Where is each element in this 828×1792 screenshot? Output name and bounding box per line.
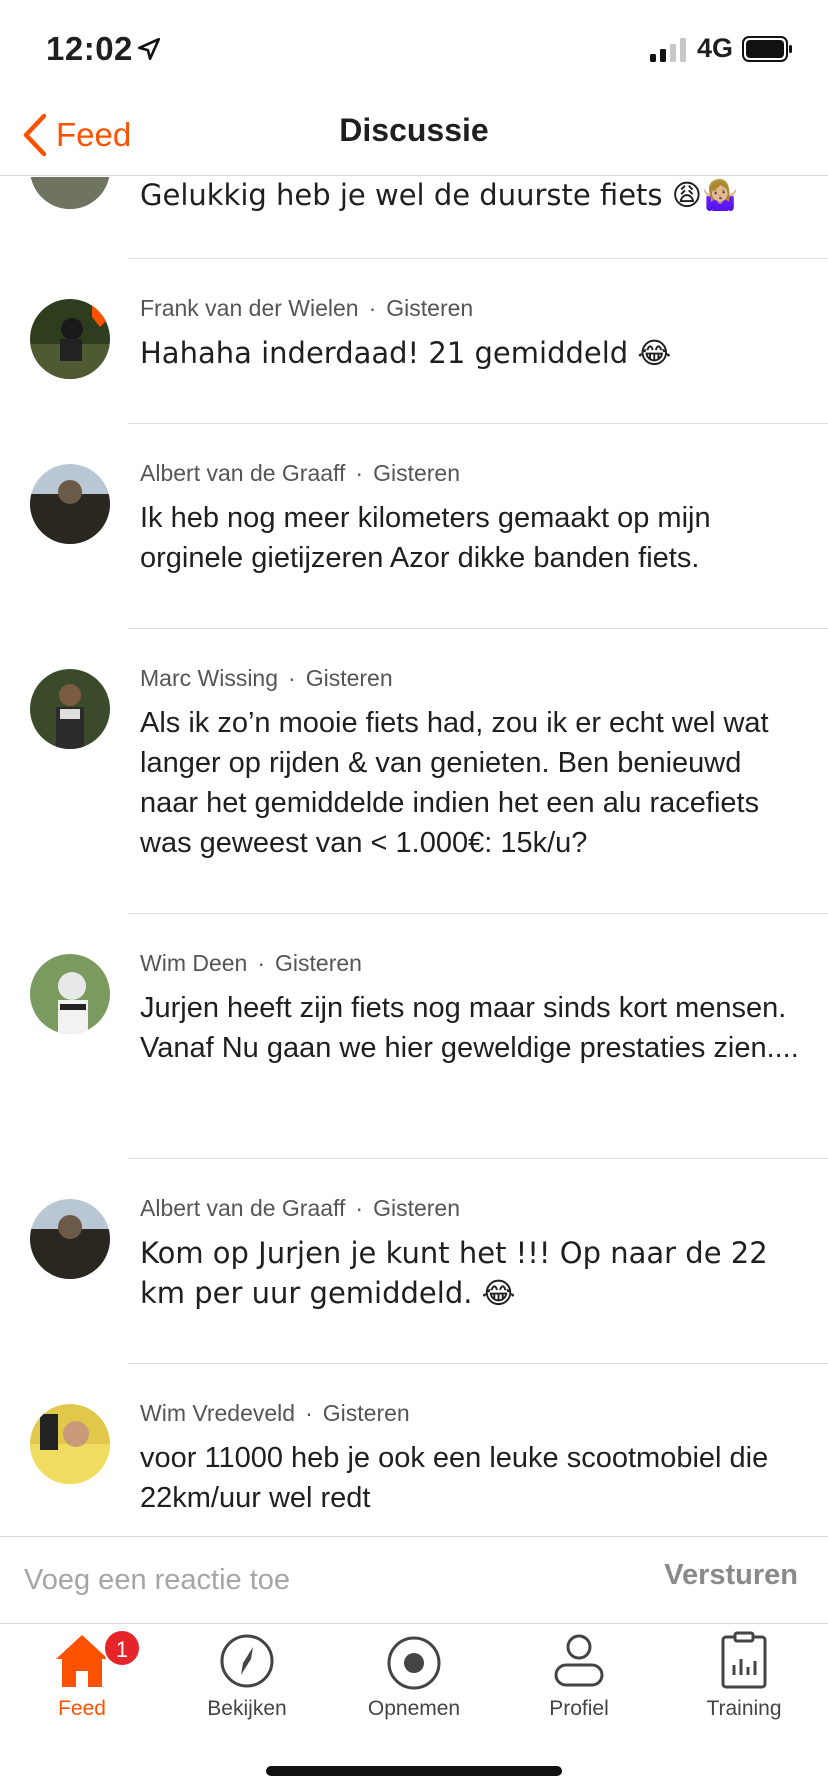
divider	[128, 1363, 828, 1364]
comment-author[interactable]: Albert van de Graaff	[140, 460, 345, 486]
meta-separator: ·	[368, 295, 377, 321]
tab-training[interactable]: Training	[669, 1625, 819, 1735]
tab-feed[interactable]: 1 Feed	[7, 1625, 157, 1735]
comment-author[interactable]: Frank van der Wielen	[140, 295, 359, 321]
meta-separator: ·	[355, 1195, 364, 1221]
avatar[interactable]	[30, 954, 110, 1034]
meta-separator: ·	[355, 460, 364, 486]
avatar[interactable]	[30, 1199, 110, 1279]
divider	[128, 423, 828, 424]
home-icon	[56, 1635, 108, 1687]
signal-icon	[650, 38, 686, 62]
comment-time: Gisteren	[322, 1400, 410, 1426]
tab-label: Profiel	[549, 1697, 609, 1720]
comment-meta: Wim Deen · Gisteren	[140, 950, 362, 977]
comment-time: Gisteren	[373, 1195, 461, 1221]
navigation-bar: Feed Discussie	[0, 96, 828, 176]
comment-text: voor 11000 heb je ook een leuke scootmob…	[140, 1442, 769, 1514]
comment-time: Gisteren	[373, 460, 461, 486]
profile-icon	[554, 1634, 604, 1687]
comment-meta: Wim Vredeveld · Gisteren	[140, 1400, 410, 1427]
location-arrow-icon	[137, 37, 161, 61]
home-indicator[interactable]	[266, 1766, 562, 1776]
comment-composer: Versturen	[0, 1536, 828, 1624]
comment-meta: Marc Wissing · Gisteren	[140, 665, 393, 692]
comment-text: Hahaha inderdaad! 21 gemiddeld 😂	[140, 336, 672, 370]
tab-profiel[interactable]: Profiel	[504, 1625, 654, 1735]
divider	[128, 258, 828, 259]
comment-text: Jurjen heeft zijn fiets nog maar sinds k…	[140, 992, 799, 1064]
avatar[interactable]	[30, 177, 110, 209]
tab-opnemen[interactable]: Opnemen	[339, 1625, 489, 1735]
avatar[interactable]	[30, 299, 110, 379]
comment-meta: Frank van der Wielen · Gisteren	[140, 295, 473, 322]
avatar[interactable]	[30, 464, 110, 544]
comment-text: Ik heb nog meer kilometers gemaakt op mi…	[140, 502, 711, 574]
compass-icon	[220, 1634, 274, 1688]
status-bar: 12:02 4G	[0, 0, 828, 96]
comment-text: Kom op Jurjen je kunt het !!! Op naar de…	[140, 1236, 768, 1310]
tab-label: Bekijken	[207, 1697, 287, 1720]
comment-text: Gelukkig heb je wel de duurste fiets 😩🤷🏼…	[140, 178, 739, 212]
tab-label: Opnemen	[367, 1697, 461, 1720]
comment-input[interactable]	[24, 1555, 584, 1605]
record-icon	[387, 1636, 441, 1690]
meta-separator: ·	[305, 1400, 313, 1426]
comment-author[interactable]: Wim Vredeveld	[140, 1400, 295, 1426]
network-label: 4G	[697, 33, 734, 63]
battery-icon	[742, 36, 792, 62]
avatar[interactable]	[30, 1404, 110, 1484]
divider	[128, 628, 828, 629]
page-title: Discussie	[339, 112, 489, 148]
comment-list[interactable]: Gelukkig heb je wel de duurste fiets 😩🤷🏼…	[0, 177, 828, 1535]
avatar[interactable]	[30, 669, 110, 749]
comment-author[interactable]: Wim Deen	[140, 950, 247, 976]
meta-separator: ·	[288, 665, 296, 691]
comment-author[interactable]: Marc Wissing	[140, 665, 278, 691]
comment-time: Gisteren	[275, 950, 362, 976]
status-time: 12:02	[46, 30, 133, 67]
comment-meta: Albert van de Graaff · Gisteren	[140, 460, 460, 487]
tab-bekijken[interactable]: Bekijken	[172, 1625, 322, 1735]
divider	[128, 913, 828, 914]
comment-meta: Albert van de Graaff · Gisteren	[140, 1195, 460, 1222]
divider	[128, 1158, 828, 1159]
comment-author[interactable]: Albert van de Graaff	[140, 1195, 345, 1221]
comment-time: Gisteren	[305, 665, 393, 691]
comment-time: Gisteren	[386, 295, 474, 321]
meta-separator: ·	[257, 950, 266, 976]
comment-text: Als ik zo’n mooie fiets had, zou ik er e…	[140, 707, 769, 859]
training-icon	[721, 1631, 767, 1689]
notification-badge: 1	[103, 1629, 141, 1667]
tab-label: Feed	[58, 1697, 106, 1720]
send-button[interactable]: Versturen	[664, 1559, 798, 1592]
tab-label: Training	[706, 1697, 782, 1720]
